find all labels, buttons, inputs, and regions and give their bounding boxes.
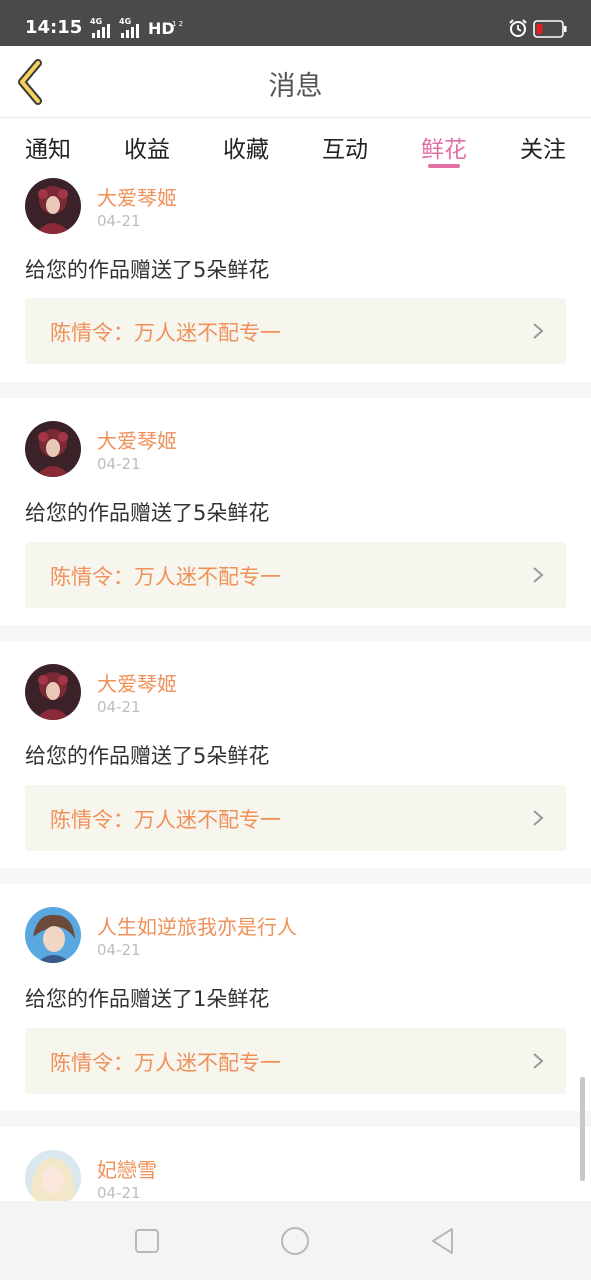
active-tab-indicator (428, 164, 460, 168)
sender-username[interactable]: 大爱琴姬 (97, 668, 177, 697)
divider (0, 382, 591, 398)
chevron-right-icon (533, 1053, 544, 1069)
signal-strength-icon: 4G (119, 17, 145, 38)
hd-sub-label: 1 2 (172, 20, 184, 28)
divider (0, 868, 591, 884)
work-title: 陈情令：万人迷不配专一 (50, 808, 281, 832)
avatar[interactable] (25, 664, 81, 720)
square-icon[interactable] (131, 1225, 163, 1257)
message-date: 04-21 (97, 698, 141, 716)
hd-label: HD (148, 19, 175, 38)
sender-username[interactable]: 人生如逆旅我亦是行人 (97, 911, 297, 940)
divider (0, 625, 591, 641)
message-text: 给您的作品赠送了5朵鲜花 (25, 258, 270, 282)
avatar[interactable] (25, 1150, 81, 1201)
message-text: 给您的作品赠送了5朵鲜花 (25, 744, 270, 768)
sender-username[interactable]: 大爱琴姬 (97, 425, 177, 454)
list-item: 妃戀雪 04-21 (0, 1127, 591, 1201)
triangle-back-icon[interactable] (427, 1225, 459, 1257)
list-item: 大爱琴姬 04-21 给您的作品赠送了5朵鲜花 陈情令：万人迷不配专一 (0, 398, 591, 610)
message-text: 给您的作品赠送了1朵鲜花 (25, 987, 270, 1011)
tab-favorites[interactable]: 收藏 (206, 130, 286, 164)
work-title: 陈情令：万人迷不配专一 (50, 1051, 281, 1075)
alarm-icon (509, 19, 527, 37)
status-time: 14:15 (25, 17, 83, 38)
chevron-right-icon (533, 810, 544, 826)
message-date: 04-21 (97, 1184, 141, 1201)
list-item: 人生如逆旅我亦是行人 04-21 给您的作品赠送了1朵鲜花 陈情令：万人迷不配专… (0, 884, 591, 1096)
sender-username[interactable]: 妃戀雪 (97, 1154, 157, 1183)
work-link[interactable]: 陈情令：万人迷不配专一 (25, 1028, 566, 1094)
tab-bar: 通知 收益 收藏 互动 鲜花 关注 (0, 118, 591, 170)
tab-earnings[interactable]: 收益 (107, 130, 187, 164)
avatar[interactable] (25, 178, 81, 234)
divider (0, 1111, 591, 1127)
work-link[interactable]: 陈情令：万人迷不配专一 (25, 298, 566, 364)
chevron-right-icon (533, 567, 544, 583)
work-title: 陈情令：万人迷不配专一 (50, 565, 281, 589)
list-item: 大爱琴姬 04-21 给您的作品赠送了5朵鲜花 陈情令：万人迷不配专一 (0, 170, 591, 382)
tab-following[interactable]: 关注 (503, 130, 583, 164)
battery-low-icon (533, 20, 567, 38)
avatar[interactable] (25, 907, 81, 963)
sender-username[interactable]: 大爱琴姬 (97, 182, 177, 211)
tab-interactions[interactable]: 互动 (305, 130, 385, 164)
work-link[interactable]: 陈情令：万人迷不配专一 (25, 542, 566, 608)
system-nav-bar (0, 1201, 591, 1280)
scrollbar[interactable] (580, 1077, 585, 1181)
avatar[interactable] (25, 421, 81, 477)
signal-strength-icon: 4G (90, 17, 116, 38)
status-bar: 14:15 4G 4G HD 1 2 (0, 0, 591, 46)
list-item: 大爱琴姬 04-21 给您的作品赠送了5朵鲜花 陈情令：万人迷不配专一 (0, 641, 591, 853)
work-link[interactable]: 陈情令：万人迷不配专一 (25, 785, 566, 851)
message-date: 04-21 (97, 212, 141, 230)
work-title: 陈情令：万人迷不配专一 (50, 321, 281, 345)
tab-flowers[interactable]: 鲜花 (404, 130, 484, 164)
message-text: 给您的作品赠送了5朵鲜花 (25, 501, 270, 525)
message-date: 04-21 (97, 941, 141, 959)
flower-feed: 大爱琴姬 04-21 给您的作品赠送了5朵鲜花 陈情令：万人迷不配专一 大爱琴姬… (0, 170, 591, 1201)
screen: 14:15 4G 4G HD 1 2 消息 通知 收益 收藏 互动 鲜花 关注 … (0, 0, 591, 1280)
chevron-right-icon (533, 323, 544, 339)
header: 消息 (0, 46, 591, 118)
page-title: 消息 (268, 71, 323, 102)
tab-notifications[interactable]: 通知 (8, 130, 88, 164)
circle-icon[interactable] (279, 1225, 311, 1257)
message-date: 04-21 (97, 455, 141, 473)
